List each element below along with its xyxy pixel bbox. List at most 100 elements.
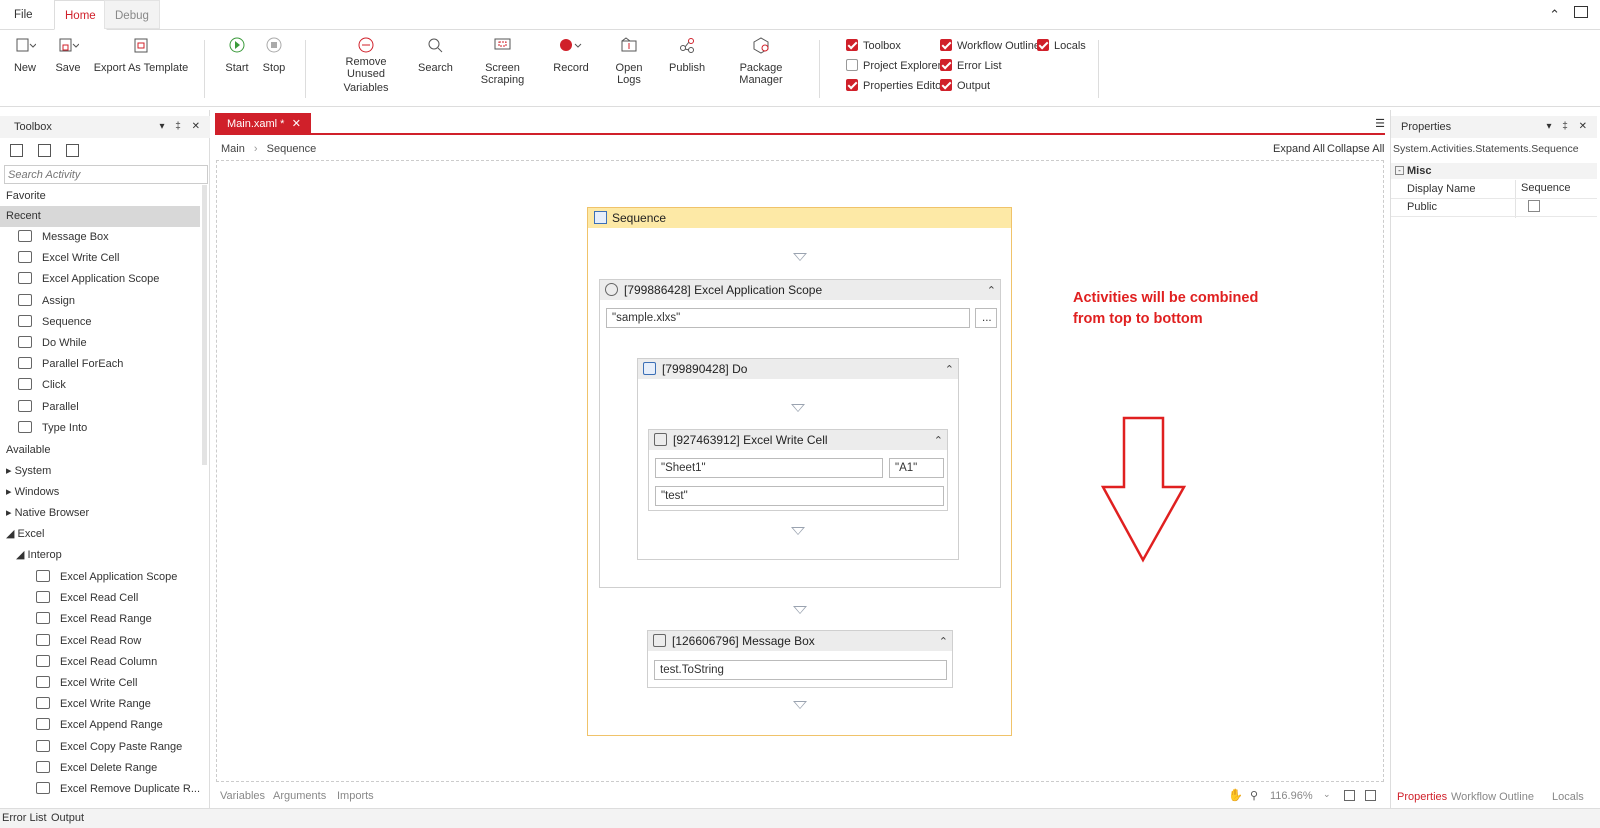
- recent-item[interactable]: Type Into: [18, 418, 218, 439]
- imports-tab[interactable]: Imports: [337, 790, 374, 802]
- do-header[interactable]: [799890428] Do ⌃: [638, 359, 958, 379]
- tab-debug[interactable]: Debug: [104, 0, 160, 29]
- checkbox-box[interactable]: [1037, 39, 1049, 51]
- list-view-icon[interactable]: [66, 144, 79, 157]
- tab-home[interactable]: Home: [54, 0, 107, 30]
- collapse-icon[interactable]: ⌃: [987, 281, 996, 301]
- tab-main-xaml[interactable]: Main.xaml * ✕: [215, 113, 311, 135]
- checkbox-box[interactable]: [846, 59, 858, 71]
- favorite-category[interactable]: Favorite: [6, 186, 46, 206]
- overview-icon[interactable]: [1365, 790, 1376, 801]
- locals-checkbox[interactable]: Locals: [1037, 39, 1086, 55]
- variables-tab[interactable]: Variables: [220, 790, 265, 802]
- group-interop[interactable]: ◢ Interop: [16, 545, 62, 565]
- interop-item[interactable]: Excel Application Scope: [36, 567, 236, 588]
- group-native-browser[interactable]: ▸ Native Browser: [6, 503, 89, 523]
- arguments-tab[interactable]: Arguments: [273, 790, 326, 802]
- cell-field[interactable]: "A1": [889, 458, 944, 478]
- write-cell-header[interactable]: [927463912] Excel Write Cell ⌃: [649, 430, 947, 450]
- publish-button[interactable]: Publish: [669, 36, 705, 74]
- group-system[interactable]: ▸ System: [6, 461, 51, 481]
- workflow-outline-checkbox[interactable]: Workflow Outline: [940, 39, 1040, 55]
- interop-item[interactable]: Excel Copy Paste Range: [36, 737, 236, 758]
- zoom-icon[interactable]: ⚲: [1250, 789, 1258, 802]
- record-button[interactable]: Record: [553, 36, 589, 74]
- interop-item[interactable]: Excel Read Range: [36, 609, 236, 630]
- toolbox-scrollbar[interactable]: [202, 185, 207, 465]
- interop-item[interactable]: Excel Read Column: [36, 652, 236, 673]
- start-button[interactable]: Start: [222, 36, 252, 74]
- properties-tab[interactable]: Properties: [1397, 791, 1447, 803]
- recent-item[interactable]: Excel Application Scope: [18, 269, 218, 290]
- open-logs-button[interactable]: Open Logs: [603, 36, 655, 86]
- tab-file[interactable]: File: [4, 0, 43, 30]
- recent-item[interactable]: Click: [18, 375, 218, 396]
- checkbox-box[interactable]: [846, 39, 858, 51]
- toolbox-checkbox[interactable]: Toolbox: [846, 39, 901, 55]
- locals-tab[interactable]: Locals: [1552, 791, 1584, 803]
- recent-item[interactable]: Assign: [18, 291, 218, 312]
- misc-category[interactable]: - Misc: [1391, 163, 1597, 179]
- recent-item[interactable]: Excel Write Cell: [18, 248, 218, 269]
- collapse-category-icon[interactable]: -: [1395, 166, 1404, 175]
- excel-write-cell-activity[interactable]: [927463912] Excel Write Cell ⌃ "Sheet1" …: [648, 429, 948, 511]
- expand-all-link[interactable]: Expand All: [1273, 143, 1325, 155]
- collapse-icon[interactable]: ⌃: [945, 360, 954, 380]
- checkbox-box[interactable]: [940, 39, 952, 51]
- zoom-dropdown-icon[interactable]: ⌄: [1323, 789, 1331, 800]
- interop-item[interactable]: Excel Remove Duplicate R...: [36, 779, 236, 800]
- remove-unused-variables-button[interactable]: Remove Unused Variables: [326, 36, 406, 94]
- pan-hand-icon[interactable]: ✋: [1228, 788, 1243, 802]
- interop-item[interactable]: Excel Delete Range: [36, 758, 236, 779]
- error-list-tab[interactable]: Error List: [2, 812, 47, 824]
- screen-scraping-button[interactable]: Screen Scraping: [465, 36, 540, 86]
- fit-to-screen-icon[interactable]: [1344, 790, 1355, 801]
- group-excel[interactable]: ◢ Excel: [6, 524, 44, 544]
- sequence-header[interactable]: Sequence: [588, 208, 1011, 228]
- tab-menu-icon[interactable]: ☰: [1375, 117, 1385, 130]
- browse-button[interactable]: ...: [975, 308, 997, 328]
- excel-application-scope-activity[interactable]: [799886428] Excel Application Scope ⌃ "s…: [599, 279, 1001, 588]
- new-button[interactable]: New: [10, 36, 40, 74]
- breadcrumb-sequence[interactable]: Sequence: [267, 143, 317, 155]
- output-checkbox[interactable]: Output: [940, 79, 990, 95]
- close-tab-icon[interactable]: ✕: [292, 113, 301, 135]
- recent-item[interactable]: Sequence: [18, 312, 218, 333]
- recent-category[interactable]: Recent: [0, 206, 200, 227]
- project-explorer-checkbox[interactable]: Project Explorer: [846, 59, 941, 75]
- output-tab[interactable]: Output: [51, 812, 84, 824]
- do-activity[interactable]: [799890428] Do ⌃ [927463912] Excel Write…: [637, 358, 959, 560]
- workbook-path-field[interactable]: "sample.xlxs": [606, 308, 970, 328]
- display-name-value[interactable]: Sequence: [1521, 182, 1595, 194]
- expand-all-icon[interactable]: [10, 144, 23, 157]
- message-box-header[interactable]: [126606796] Message Box ⌃: [648, 631, 952, 651]
- public-checkbox[interactable]: [1528, 200, 1540, 212]
- search-button[interactable]: Search: [418, 36, 453, 74]
- recent-item[interactable]: Message Box: [18, 227, 218, 248]
- interop-item[interactable]: Excel Write Range: [36, 694, 236, 715]
- search-activity-input[interactable]: [4, 165, 208, 184]
- recent-item[interactable]: Parallel: [18, 397, 218, 418]
- collapse-ribbon-icon[interactable]: ⌃: [1549, 7, 1560, 23]
- workflow-outline-tab[interactable]: Workflow Outline: [1451, 791, 1534, 803]
- panel-controls[interactable]: ▾ ‡ ✕: [159, 116, 204, 138]
- interop-item[interactable]: Excel Write Cell: [36, 673, 236, 694]
- interop-item[interactable]: Excel Read Cell: [36, 588, 236, 609]
- checkbox-box[interactable]: [940, 79, 952, 91]
- app-scope-header[interactable]: [799886428] Excel Application Scope ⌃: [600, 280, 1000, 300]
- error-list-checkbox[interactable]: Error List: [940, 59, 1002, 75]
- collapse-all-link[interactable]: Collapse All: [1327, 143, 1384, 155]
- group-windows[interactable]: ▸ Windows: [6, 482, 59, 502]
- recent-item[interactable]: Do While: [18, 333, 218, 354]
- message-text-field[interactable]: test.ToString: [654, 660, 947, 680]
- collapse-icon[interactable]: ⌃: [939, 632, 948, 652]
- sequence-activity[interactable]: Sequence [799886428] Excel Application S…: [587, 207, 1012, 736]
- notifications-icon[interactable]: [1574, 6, 1588, 18]
- package-manager-button[interactable]: Package Manager: [720, 36, 802, 86]
- message-box-activity[interactable]: [126606796] Message Box ⌃ test.ToString: [647, 630, 953, 688]
- interop-item[interactable]: Excel Read Row: [36, 631, 236, 652]
- recent-item[interactable]: Parallel ForEach: [18, 354, 218, 375]
- zoom-level[interactable]: 116.96%: [1270, 790, 1313, 802]
- checkbox-box[interactable]: [846, 79, 858, 91]
- value-field[interactable]: "test": [655, 486, 944, 506]
